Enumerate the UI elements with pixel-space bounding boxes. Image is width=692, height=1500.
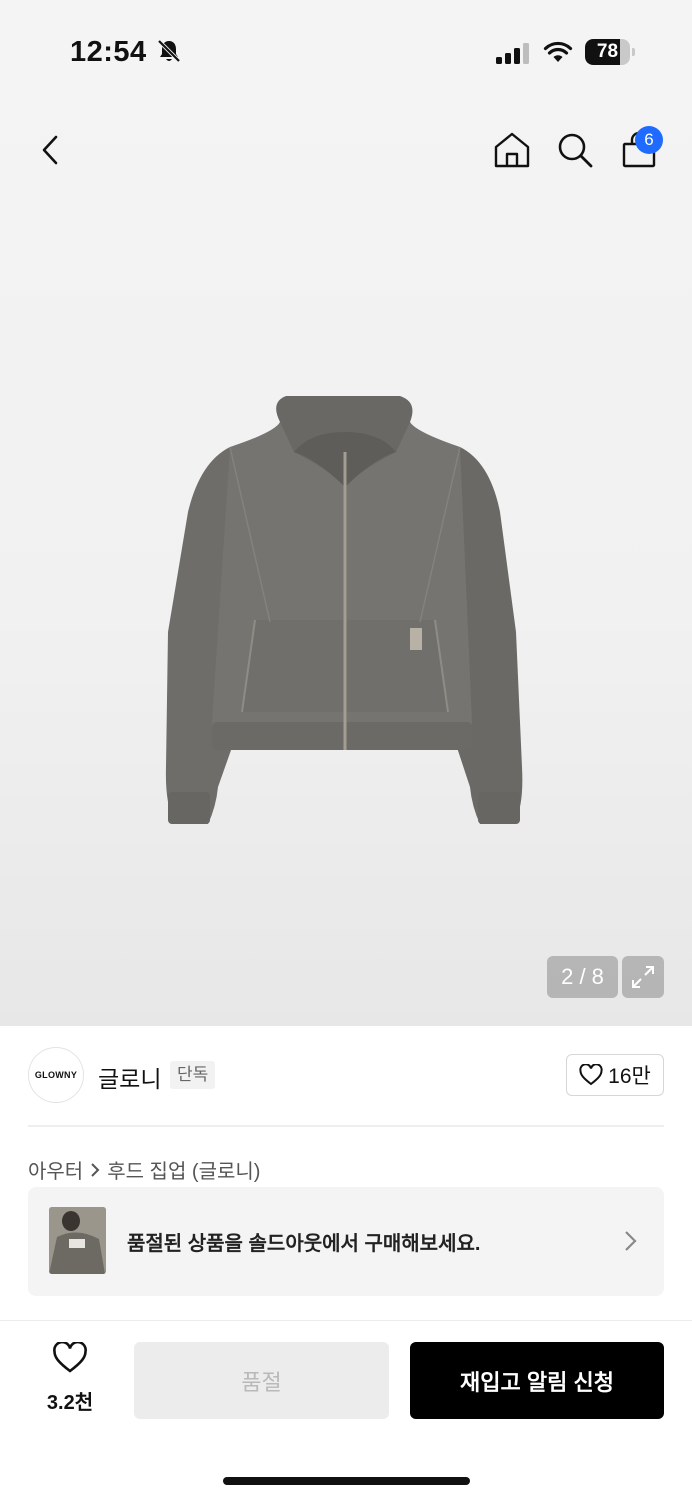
soldout-button: 품절 bbox=[134, 1342, 389, 1419]
brand-logo[interactable]: GLOWNY bbox=[28, 1047, 84, 1103]
soldout-banner-text: 품절된 상품을 솔드아웃에서 구매해보세요. bbox=[127, 1233, 481, 1255]
cart-count-badge: 6 bbox=[635, 126, 663, 154]
heart-icon bbox=[53, 1340, 87, 1373]
brand-like-count: 16만 bbox=[608, 1065, 651, 1088]
brand-name[interactable]: 글로니 bbox=[98, 1060, 161, 1094]
brand-like-button[interactable]: 16만 bbox=[566, 1054, 664, 1096]
breadcrumb-subcategory[interactable]: 후드 집업 (글로니) bbox=[107, 1155, 260, 1184]
soldout-thumbnail bbox=[49, 1207, 106, 1274]
divider bbox=[28, 1125, 664, 1127]
battery-indicator: 78 bbox=[585, 39, 635, 65]
restock-alert-button[interactable]: 재입고 알림 신청 bbox=[410, 1342, 664, 1419]
cellular-signal-icon bbox=[496, 43, 529, 64]
exclusive-tag: 단독 bbox=[170, 1061, 216, 1089]
home-icon bbox=[494, 132, 530, 168]
expand-icon bbox=[632, 966, 654, 988]
heart-icon bbox=[579, 1064, 603, 1086]
expand-button[interactable] bbox=[622, 956, 664, 998]
search-button[interactable] bbox=[551, 126, 599, 174]
soldout-banner[interactable]: 품절된 상품을 솔드아웃에서 구매해보세요. bbox=[28, 1187, 664, 1296]
wishlist-button[interactable]: 3.2천 bbox=[36, 1340, 104, 1414]
product-image[interactable] bbox=[160, 392, 530, 832]
chevron-left-icon bbox=[42, 135, 58, 165]
image-counter: 2 / 8 bbox=[547, 956, 618, 998]
search-icon bbox=[558, 133, 593, 168]
bell-muted-icon bbox=[157, 39, 181, 63]
wishlist-count: 3.2천 bbox=[46, 1392, 94, 1414]
status-time: 12:54 bbox=[70, 36, 147, 68]
home-indicator[interactable] bbox=[223, 1477, 470, 1485]
back-button[interactable] bbox=[26, 126, 74, 174]
wifi-icon bbox=[543, 41, 573, 62]
battery-level: 78 bbox=[596, 41, 619, 62]
breadcrumb-category[interactable]: 아우터 bbox=[28, 1155, 83, 1184]
chevron-right-icon bbox=[625, 1231, 637, 1251]
brand-logo-text: GLOWNY bbox=[34, 1070, 78, 1080]
status-bar: 12:54 78 bbox=[0, 28, 692, 76]
breadcrumb: 아우터 후드 집업 (글로니) bbox=[28, 1155, 260, 1184]
home-button[interactable] bbox=[488, 126, 536, 174]
chevron-right-icon bbox=[89, 1162, 101, 1178]
